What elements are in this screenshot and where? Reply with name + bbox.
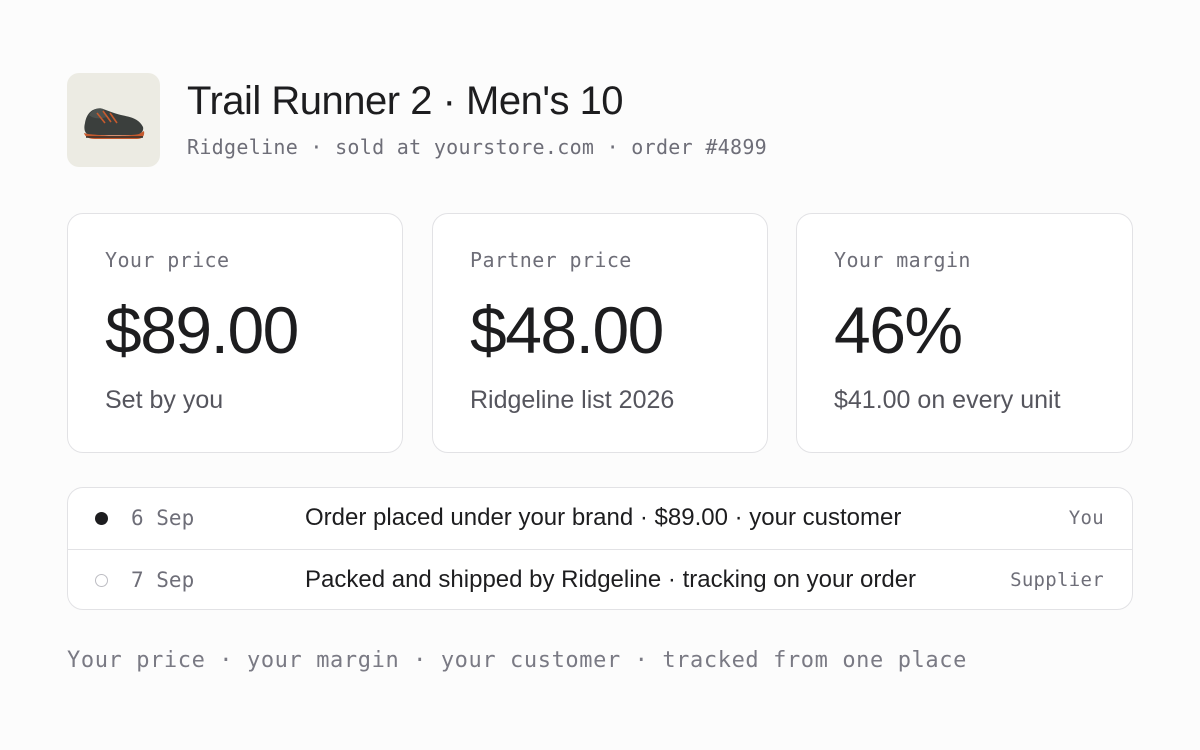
card-label: Partner price (470, 248, 632, 272)
footer-tagline: Your price · your margin · your customer… (67, 648, 967, 673)
your-margin-card: Your margin 46% $41.00 on every unit (796, 213, 1133, 453)
card-label: Your margin (834, 248, 971, 272)
card-label: Your price (105, 248, 230, 272)
status-dot-hollow (95, 574, 108, 587)
card-note: Set by you (105, 386, 224, 414)
order-timeline: 6 Sep Order placed under your brand · $8… (67, 487, 1133, 610)
timeline-date: 7 Sep (131, 568, 195, 592)
card-value: $89.00 (105, 293, 299, 367)
card-note: $41.00 on every unit (834, 386, 1061, 414)
product-subtitle: Ridgeline · sold at yourstore.com · orde… (187, 135, 768, 159)
card-value: 46% (834, 293, 963, 367)
status-dot-filled (95, 512, 108, 525)
timeline-text: Order placed under your brand · $89.00 ·… (305, 504, 902, 531)
product-title: Trail Runner 2 · Men's 10 (187, 79, 624, 123)
partner-price-card: Partner price $48.00 Ridgeline list 2026 (432, 213, 768, 453)
timeline-actor: Supplier (1010, 569, 1104, 591)
timeline-actor: You (1068, 507, 1104, 529)
card-note: Ridgeline list 2026 (470, 386, 675, 414)
timeline-row: 6 Sep Order placed under your brand · $8… (68, 488, 1132, 549)
product-thumbnail (67, 73, 160, 167)
timeline-row: 7 Sep Packed and shipped by Ridgeline · … (68, 549, 1132, 609)
product-header: Trail Runner 2 · Men's 10 Ridgeline · so… (67, 73, 1133, 167)
trail-shoe-icon (84, 108, 145, 139)
timeline-date: 6 Sep (131, 506, 195, 530)
your-price-card: Your price $89.00 Set by you (67, 213, 403, 453)
timeline-text: Packed and shipped by Ridgeline · tracki… (305, 566, 917, 593)
card-value: $48.00 (470, 293, 664, 367)
